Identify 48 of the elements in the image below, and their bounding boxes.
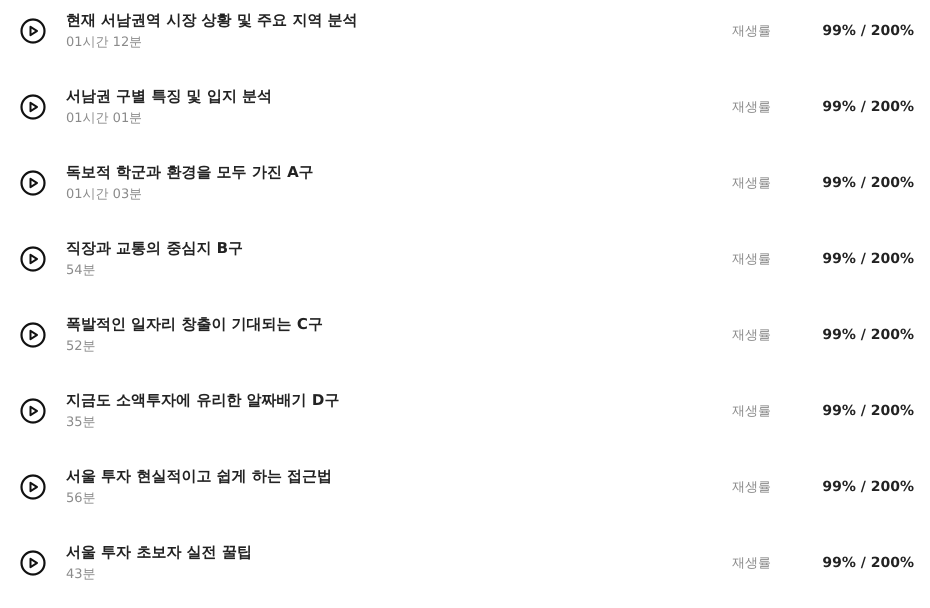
progress-value: 99% / 200% bbox=[821, 327, 914, 343]
play-icon bbox=[20, 322, 46, 348]
play-button[interactable] bbox=[20, 550, 46, 576]
lesson-duration: 56분 bbox=[66, 490, 97, 507]
lesson-duration: 01시간 12분 bbox=[66, 34, 144, 51]
lesson-duration: 43분 bbox=[66, 566, 97, 583]
lesson-duration: 35분 bbox=[66, 414, 97, 431]
progress-value: 99% / 200% bbox=[821, 555, 914, 571]
play-button[interactable] bbox=[20, 322, 46, 348]
progress-value: 99% / 200% bbox=[821, 175, 914, 191]
lesson-title: 지금도 소액투자에 유리한 알짜배기 D구 bbox=[66, 391, 340, 410]
play-button[interactable] bbox=[20, 170, 46, 196]
progress-value: 99% / 200% bbox=[821, 403, 914, 419]
lesson-title: 직장과 교통의 중심지 B구 bbox=[66, 239, 244, 258]
play-icon bbox=[20, 550, 46, 576]
progress-label: 재생률 bbox=[732, 327, 772, 344]
progress-label: 재생률 bbox=[732, 175, 772, 192]
play-icon bbox=[20, 398, 46, 424]
lesson-title: 서울 투자 현실적이고 쉽게 하는 접근법 bbox=[66, 467, 334, 486]
lesson-title: 폭발적인 일자리 창출이 기대되는 C구 bbox=[66, 315, 324, 334]
lesson-duration: 01시간 01분 bbox=[66, 110, 144, 127]
lesson-duration: 54분 bbox=[66, 262, 97, 279]
progress-value: 99% / 200% bbox=[821, 479, 914, 495]
play-icon bbox=[20, 246, 46, 272]
play-button[interactable] bbox=[20, 474, 46, 500]
play-icon bbox=[20, 474, 46, 500]
progress-label: 재생률 bbox=[732, 251, 772, 268]
progress-value: 99% / 200% bbox=[821, 99, 914, 115]
play-button[interactable] bbox=[20, 94, 46, 120]
play-icon bbox=[20, 170, 46, 196]
play-button[interactable] bbox=[20, 246, 46, 272]
progress-label: 재생률 bbox=[732, 23, 772, 40]
progress-label: 재생률 bbox=[732, 403, 772, 420]
progress-label: 재생률 bbox=[732, 479, 772, 496]
lesson-title: 독보적 학군과 환경을 모두 가진 A구 bbox=[66, 163, 315, 182]
lesson-duration: 01시간 03분 bbox=[66, 186, 144, 203]
play-button[interactable] bbox=[20, 398, 46, 424]
lesson-duration: 52분 bbox=[66, 338, 97, 355]
lesson-title: 서울 투자 초보자 실전 꿀팁 bbox=[66, 543, 253, 562]
play-icon bbox=[20, 94, 46, 120]
progress-value: 99% / 200% bbox=[821, 251, 914, 267]
progress-label: 재생률 bbox=[732, 99, 772, 116]
lesson-title: 현재 서남권역 시장 상황 및 주요 지역 분석 bbox=[66, 11, 359, 30]
progress-label: 재생률 bbox=[732, 555, 772, 572]
lesson-title: 서남권 구별 특징 및 입지 분석 bbox=[66, 87, 274, 106]
progress-value: 99% / 200% bbox=[821, 23, 914, 39]
play-icon bbox=[20, 18, 46, 44]
play-button[interactable] bbox=[20, 18, 46, 44]
